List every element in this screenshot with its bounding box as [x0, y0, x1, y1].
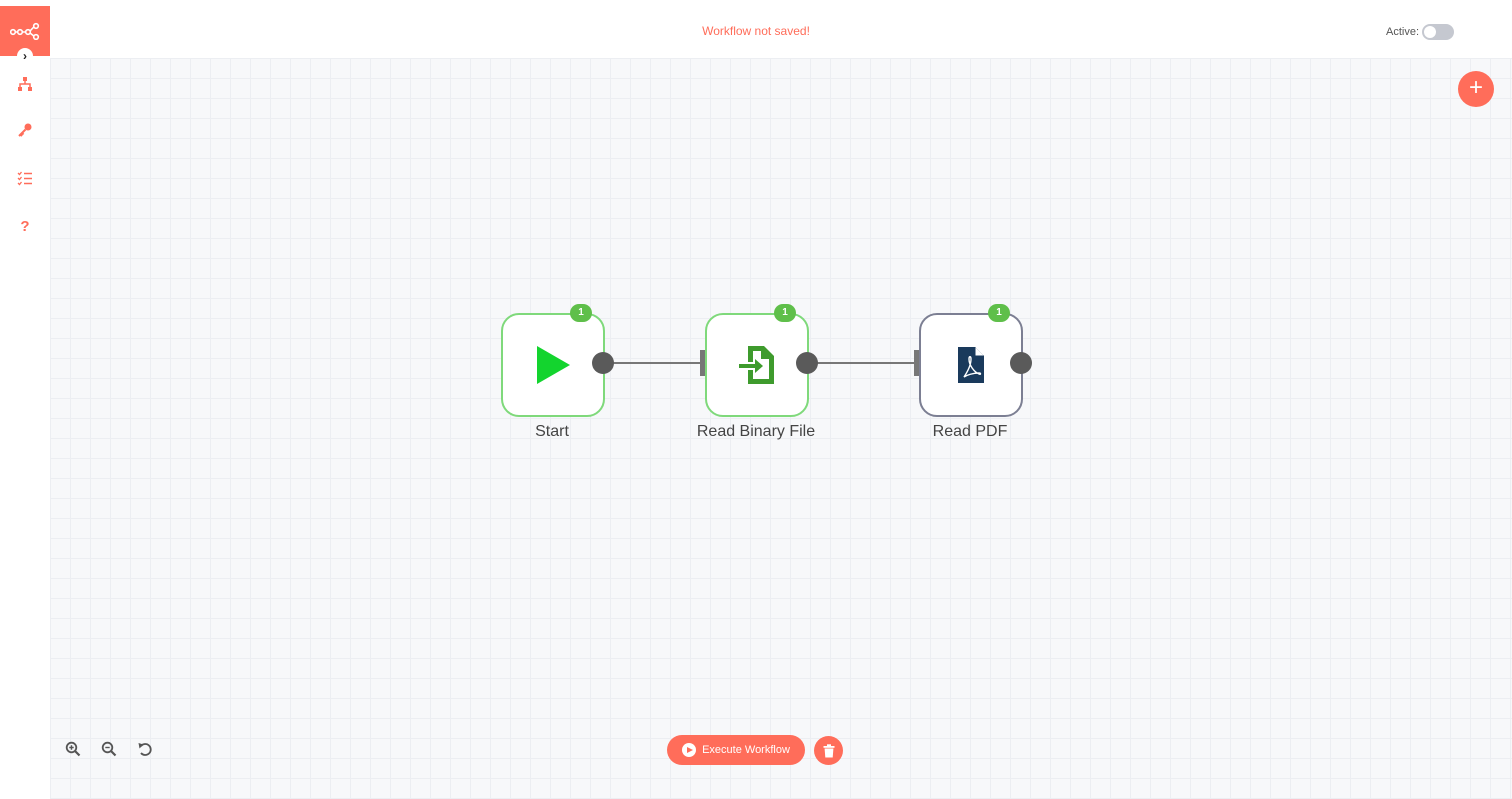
file-pdf-icon: [958, 347, 984, 383]
trash-icon: [823, 743, 834, 757]
node-label: Read Binary File: [696, 423, 816, 440]
connection-start-read-binary[interactable]: [612, 362, 700, 364]
delete-button[interactable]: [814, 736, 843, 765]
save-status: Workflow not saved!: [702, 24, 810, 38]
undo-icon: [138, 743, 152, 756]
sidebar-expand-button[interactable]: ›: [17, 48, 33, 64]
zoom-in-icon: [65, 741, 81, 757]
tasks-icon[interactable]: [13, 166, 37, 190]
node-read-pdf[interactable]: 1: [919, 304, 1023, 417]
zoom-out-icon: [101, 741, 117, 757]
node-badge: 1: [570, 304, 592, 322]
active-label: Active:: [1385, 26, 1419, 38]
execute-label: Execute Workflow: [702, 744, 790, 756]
node-badge: 1: [988, 304, 1010, 322]
sidebar: › ?: [0, 0, 50, 799]
key-icon[interactable]: [13, 118, 37, 142]
toggle-knob: [1424, 26, 1436, 38]
execute-workflow-button[interactable]: Execute Workflow: [667, 735, 805, 765]
node-label: Read PDF: [932, 423, 1008, 440]
question-icon[interactable]: ?: [13, 214, 37, 238]
node-badge: 1: [774, 304, 796, 322]
play-icon: [537, 346, 570, 384]
node-read-binary-file[interactable]: 1: [705, 304, 809, 417]
active-switch: Active:: [1386, 24, 1454, 40]
play-circle-icon: [682, 743, 697, 757]
reset-zoom-button[interactable]: [132, 736, 158, 762]
file-import-icon: [739, 346, 774, 384]
start-output-port[interactable]: [592, 352, 614, 374]
node-start[interactable]: 1: [501, 304, 605, 417]
connection-read-binary-read-pdf[interactable]: [816, 362, 914, 364]
zoom-controls: [60, 736, 158, 762]
workflow-editor: › ? Workflow not saved! Active: + 1 Star…: [0, 0, 1512, 799]
node-label: Start: [535, 423, 569, 440]
read-binary-output-port[interactable]: [796, 352, 818, 374]
active-toggle[interactable]: [1422, 24, 1454, 40]
logo-icon: [10, 22, 40, 40]
add-node-button[interactable]: +: [1458, 71, 1494, 107]
top-bar: Workflow not saved! Active:: [50, 0, 1512, 58]
zoom-out-button[interactable]: [96, 736, 122, 762]
zoom-in-button[interactable]: [60, 736, 86, 762]
read-pdf-output-port[interactable]: [1010, 352, 1032, 374]
sitemap-icon[interactable]: [13, 72, 37, 96]
